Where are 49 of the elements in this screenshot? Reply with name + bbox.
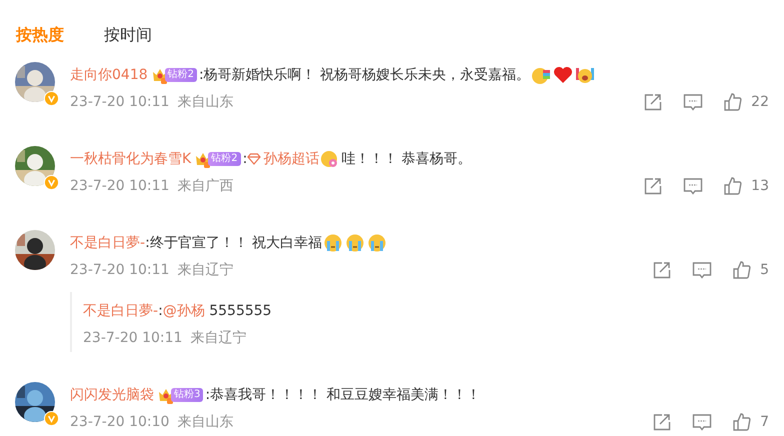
like-icon[interactable]	[723, 92, 744, 112]
like-icon[interactable]	[723, 176, 744, 196]
like-icon[interactable]	[732, 260, 752, 280]
comment-text: :	[158, 302, 163, 321]
comment-location: 来自山东	[177, 93, 234, 112]
comment-text: 哇！！！ 恭喜杨哥。	[341, 150, 472, 169]
comment-icon[interactable]	[692, 260, 712, 280]
topic-link[interactable]: 孙杨超话	[247, 146, 320, 172]
comment-location: 来自广西	[177, 177, 234, 196]
like-count: 22	[751, 93, 769, 112]
comment-time: 23-7-20 10:11	[70, 177, 170, 196]
username-link[interactable]: 闪闪发光脑袋	[70, 382, 154, 408]
comment-text: :终于官宣了！！ 祝大白幸福	[145, 234, 322, 253]
comment-icon[interactable]	[692, 412, 712, 432]
comment-icon[interactable]	[683, 176, 704, 196]
sort-tab[interactable]: 按热度	[16, 20, 64, 50]
comment-text: :杨哥新婚快乐啊！ 祝杨哥杨嫂长乐未央，永受嘉福。	[199, 66, 530, 85]
crying-emoji-icon	[367, 233, 388, 253]
diamond-icon	[247, 153, 262, 165]
share-icon[interactable]	[643, 92, 664, 112]
comment-text: :	[242, 150, 248, 169]
like-count: 13	[751, 177, 769, 196]
crying-emoji-icon	[345, 233, 366, 253]
comment-text: :恭喜我哥！！！！ 和豆豆嫂幸福美满！！！	[205, 386, 481, 405]
comment-time: 23-7-20 10:11	[70, 93, 170, 112]
like-count: 5	[760, 261, 769, 280]
username-link[interactable]: 不是白日夢-	[70, 230, 146, 256]
share-icon[interactable]	[643, 176, 664, 196]
username-link[interactable]: 走向你0418	[70, 62, 148, 88]
comment-text: 5555555	[208, 302, 272, 321]
comment-time: 23-7-20 10:10	[70, 413, 170, 432]
sort-tab[interactable]: 按时间	[104, 20, 152, 50]
share-icon[interactable]	[652, 260, 672, 280]
emoji-icon	[575, 65, 596, 85]
comment-location: 来自山东	[177, 413, 234, 432]
comment-time: 23-7-20 10:11	[70, 261, 170, 280]
comment-location: 来自辽宁	[177, 261, 234, 280]
like-icon[interactable]	[732, 412, 752, 432]
comment-location: 来自辽宁	[190, 329, 246, 348]
crying-emoji-icon	[323, 233, 344, 253]
mention-link[interactable]: @孙杨	[162, 298, 205, 324]
comment-icon[interactable]	[683, 92, 704, 112]
comment-time: 23-7-20 10:11	[83, 329, 182, 348]
username-link[interactable]: 一秋枯骨化为春雪K	[70, 146, 192, 172]
username-link[interactable]: 不是白日夢-	[83, 298, 158, 324]
like-count: 7	[760, 413, 769, 432]
emoji-icon	[531, 65, 552, 85]
share-icon[interactable]	[652, 412, 672, 432]
heart-icon	[553, 65, 574, 85]
